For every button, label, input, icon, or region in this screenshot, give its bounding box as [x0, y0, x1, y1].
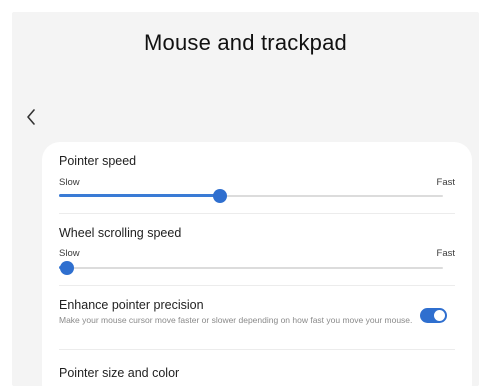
settings-screen: Mouse and trackpad Pointer speed Slow Fa…: [12, 12, 479, 386]
slider-track: [59, 267, 443, 269]
divider: [59, 285, 455, 286]
enhance-pointer-precision-toggle[interactable]: [420, 308, 447, 323]
back-button[interactable]: [22, 106, 40, 128]
slider-thumb[interactable]: [59, 261, 74, 275]
toggle-knob: [434, 310, 445, 321]
page-title: Mouse and trackpad: [144, 30, 347, 55]
divider: [59, 213, 455, 214]
wheel-scrolling-speed-max-label: Fast: [436, 248, 455, 259]
wheel-scrolling-speed-slider[interactable]: [59, 261, 443, 275]
pointer-speed-max-label: Fast: [436, 177, 455, 188]
pointer-size-and-color-label: Pointer size and color: [59, 366, 180, 380]
wheel-scrolling-speed-label: Wheel scrolling speed: [59, 226, 182, 240]
divider: [59, 349, 455, 350]
enhance-pointer-precision-label: Enhance pointer precision: [59, 298, 204, 312]
chevron-left-icon: [27, 109, 35, 125]
wheel-scrolling-speed-min-label: Slow: [59, 248, 80, 259]
slider-fill: [59, 194, 221, 197]
enhance-pointer-precision-description: Make your mouse cursor move faster or sl…: [59, 315, 413, 325]
settings-card: Pointer speed Slow Fast Wheel scrolling …: [42, 142, 472, 386]
pointer-speed-label: Pointer speed: [59, 154, 137, 168]
pointer-speed-slider[interactable]: [59, 189, 443, 203]
pointer-speed-min-label: Slow: [59, 177, 80, 188]
slider-thumb[interactable]: [213, 189, 228, 203]
